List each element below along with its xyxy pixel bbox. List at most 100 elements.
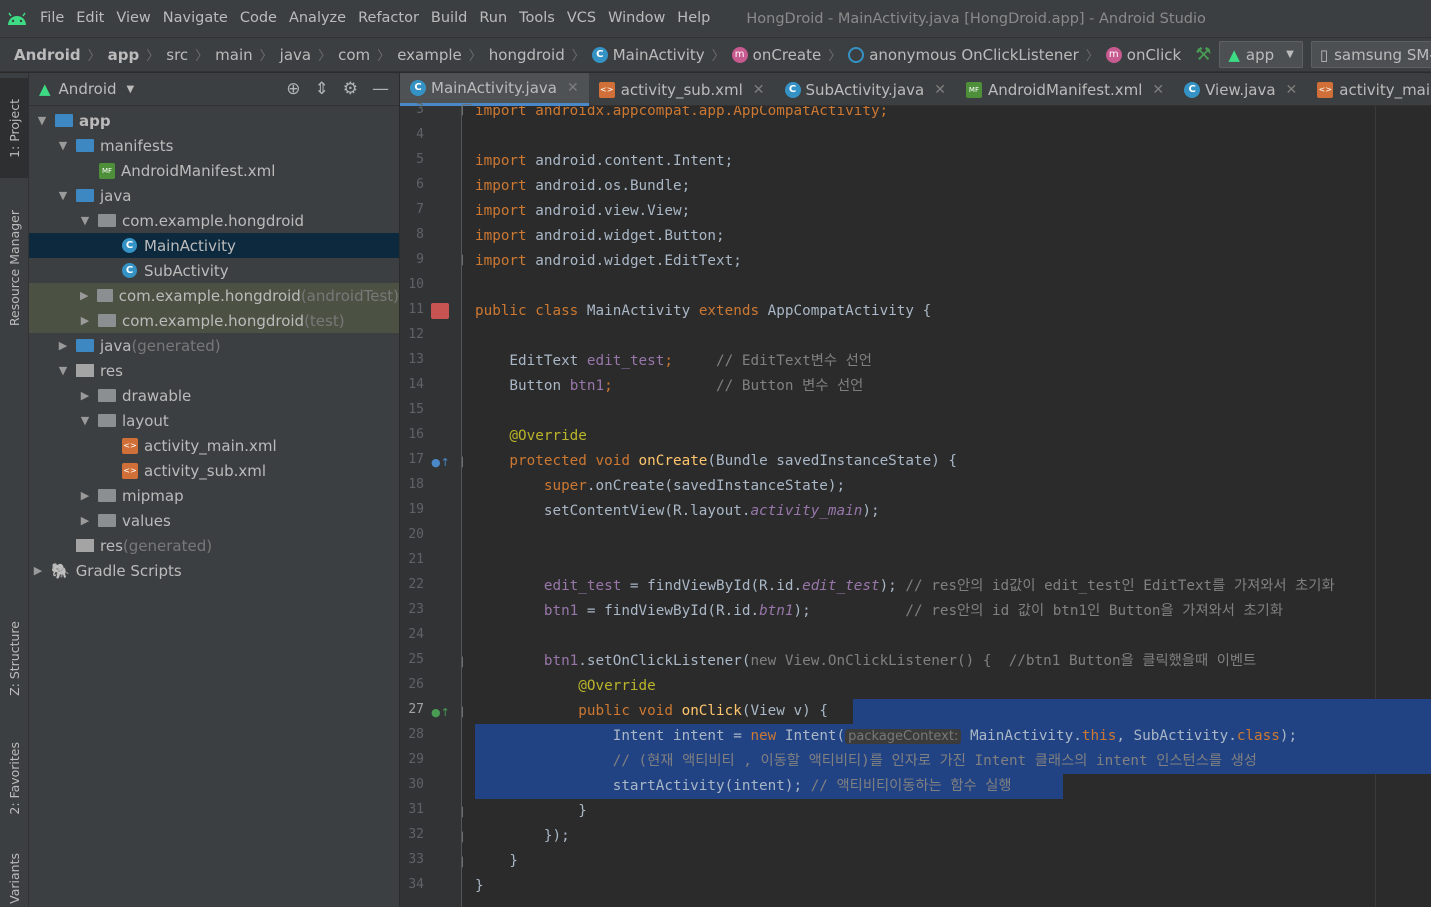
expand-arrow-icon[interactable]: ▼ xyxy=(56,139,70,152)
expand-arrow-icon[interactable]: ▶ xyxy=(78,289,91,302)
tree-item-package-test[interactable]: ▶ com.example.hongdroid (test) xyxy=(29,308,399,333)
tree-item-label: MainActivity xyxy=(144,236,236,255)
project-view-mode-select[interactable]: Android xyxy=(59,80,117,98)
close-icon[interactable]: ✕ xyxy=(567,80,579,96)
line-number: 11 xyxy=(408,302,424,317)
code-comment: // (현재 액티비티 , 이동할 액티비티)를 인자로 가진 Intent 클… xyxy=(475,753,1257,769)
build-hammer-icon[interactable]: ⚒ xyxy=(1195,44,1211,65)
tree-item-app[interactable]: ▼ app xyxy=(29,108,399,133)
class-activity-icon[interactable] xyxy=(431,303,449,319)
tree-item-package-androidtest[interactable]: ▶ com.example.hongdroid (androidTest) xyxy=(29,283,399,308)
menu-edit[interactable]: Edit xyxy=(70,0,110,37)
code-editor[interactable]: import androidx.appcompat.app.AppCompatA… xyxy=(463,106,1431,907)
breadcrumb-example[interactable]: example xyxy=(393,46,466,64)
breadcrumb-onclick[interactable]: m onClick xyxy=(1102,46,1185,64)
tool-tab-structure[interactable]: Z: Structure xyxy=(0,603,29,713)
breadcrumb-hongdroid[interactable]: hongdroid xyxy=(485,46,569,64)
menu-view[interactable]: View xyxy=(110,0,156,37)
menu-window[interactable]: Window xyxy=(602,0,671,37)
menu-navigate[interactable]: Navigate xyxy=(157,0,234,37)
menu-code[interactable]: Code xyxy=(234,0,283,37)
breadcrumb-onclick-label: onClick xyxy=(1126,45,1182,64)
tree-item-manifests[interactable]: ▼ manifests xyxy=(29,133,399,158)
code-line-16: @Override xyxy=(475,424,586,449)
menu-build[interactable]: Build xyxy=(425,0,473,37)
line-number: 28 xyxy=(408,727,424,742)
tree-item-drawable[interactable]: ▶ drawable xyxy=(29,383,399,408)
breadcrumb-android[interactable]: Android xyxy=(10,46,85,64)
tab-activity-sub-xml[interactable]: <> activity_sub.xml ✕ xyxy=(589,73,775,106)
expand-arrow-icon[interactable]: ▼ xyxy=(78,214,92,227)
line-number: 4 xyxy=(416,127,424,142)
tree-item-mipmap[interactable]: ▶ mipmap xyxy=(29,483,399,508)
code-text: = findViewById(R.id. xyxy=(621,578,803,594)
resource-folder-icon xyxy=(76,364,94,377)
breadcrumb-java[interactable]: java xyxy=(276,46,315,64)
expand-arrow-icon[interactable]: ▶ xyxy=(78,389,92,402)
tree-item-package-main[interactable]: ▼ com.example.hongdroid xyxy=(29,208,399,233)
menu-help[interactable]: Help xyxy=(671,0,716,37)
menu-refactor[interactable]: Refactor xyxy=(352,0,425,37)
breadcrumb-main[interactable]: main xyxy=(211,46,256,64)
locate-icon[interactable]: ⊕ xyxy=(286,79,300,99)
tree-item-values[interactable]: ▶ values xyxy=(29,508,399,533)
breadcrumb-app[interactable]: app xyxy=(104,46,144,64)
device-icon: ▯ xyxy=(1319,45,1329,64)
tree-item-mainactivity[interactable]: C MainActivity xyxy=(29,233,399,258)
tree-item-layout[interactable]: ▼ layout xyxy=(29,408,399,433)
tree-item-res-generated[interactable]: res (generated) xyxy=(29,533,399,558)
class-icon: C xyxy=(122,263,137,278)
close-icon[interactable]: ✕ xyxy=(1152,82,1164,98)
tree-item-activity-main-xml[interactable]: <> activity_main.xml xyxy=(29,433,399,458)
menu-run[interactable]: Run xyxy=(473,0,513,37)
dropdown-arrow-icon[interactable]: ▼ xyxy=(127,84,135,95)
breadcrumb-src[interactable]: src xyxy=(162,46,192,64)
implement-method-icon[interactable]: ●↑ xyxy=(431,706,450,719)
tree-item-androidmanifest[interactable]: MF AndroidManifest.xml xyxy=(29,158,399,183)
tree-item-gradle-scripts[interactable]: ▶ 🐘 Gradle Scripts xyxy=(29,558,399,583)
close-icon[interactable]: ✕ xyxy=(1286,82,1298,98)
run-config-select[interactable]: ▲ app ▼ xyxy=(1219,41,1303,68)
menu-analyze[interactable]: Analyze xyxy=(283,0,352,37)
expand-arrow-icon[interactable]: ▶ xyxy=(31,564,45,577)
device-select[interactable]: ▯samsung SM-G986N▼ xyxy=(1310,41,1431,68)
tool-tab-variants[interactable]: Variants xyxy=(0,848,29,907)
expand-arrow-icon[interactable]: ▶ xyxy=(56,339,70,352)
tree-item-java[interactable]: ▼ java xyxy=(29,183,399,208)
expand-arrow-icon[interactable]: ▶ xyxy=(78,514,92,527)
tree-item-java-generated[interactable]: ▶ java (generated) xyxy=(29,333,399,358)
tool-tab-favorites[interactable]: 2: Favorites xyxy=(0,728,29,828)
collapse-all-icon[interactable]: ⇕ xyxy=(315,79,329,99)
tree-item-activity-sub-xml[interactable]: <> activity_sub.xml xyxy=(29,458,399,483)
tab-androidmanifest-xml[interactable]: MF AndroidManifest.xml ✕ xyxy=(956,73,1174,106)
expand-arrow-icon[interactable]: ▼ xyxy=(56,189,70,202)
expand-arrow-icon[interactable]: ▼ xyxy=(78,414,92,427)
minimize-icon[interactable]: — xyxy=(372,79,389,99)
tree-item-res[interactable]: ▼ res xyxy=(29,358,399,383)
menu-tools[interactable]: Tools xyxy=(513,0,561,37)
tool-tab-resource-manager[interactable]: Resource Manager xyxy=(0,193,29,343)
breadcrumb-oncreate[interactable]: m onCreate xyxy=(728,46,826,64)
tab-subactivity-java[interactable]: C SubActivity.java ✕ xyxy=(775,73,956,106)
menu-vcs[interactable]: VCS xyxy=(561,0,602,37)
breadcrumb-anonymous-listener[interactable]: anonymous OnClickListener xyxy=(844,46,1083,64)
tab-mainactivity-java[interactable]: C MainActivity.java ✕ xyxy=(400,73,589,106)
expand-arrow-icon[interactable]: ▶ xyxy=(78,489,92,502)
tab-activity-main-xml[interactable]: <>activity_main.xml✕ xyxy=(1307,73,1431,106)
tool-tab-project[interactable]: 1: Project xyxy=(0,78,29,178)
tree-item-label: com.example.hongdroid xyxy=(122,311,305,330)
code-comment: //btn1 Button을 클릭했을때 이벤트 xyxy=(1008,653,1257,669)
code-keyword: public void xyxy=(475,703,682,719)
breadcrumb-com[interactable]: com xyxy=(334,46,374,64)
tree-item-subactivity[interactable]: C SubActivity xyxy=(29,258,399,283)
gear-icon[interactable]: ⚙ xyxy=(343,79,358,99)
close-icon[interactable]: ✕ xyxy=(934,82,946,98)
expand-arrow-icon[interactable]: ▼ xyxy=(35,114,49,127)
breadcrumb-mainactivity[interactable]: C MainActivity xyxy=(588,46,709,64)
override-method-icon[interactable]: ●↑ xyxy=(431,456,450,469)
tab-view-java[interactable]: C View.java ✕ xyxy=(1174,73,1307,106)
expand-arrow-icon[interactable]: ▶ xyxy=(78,314,92,327)
close-icon[interactable]: ✕ xyxy=(753,82,765,98)
expand-arrow-icon[interactable]: ▼ xyxy=(56,364,70,377)
menu-file[interactable]: File xyxy=(34,0,70,37)
